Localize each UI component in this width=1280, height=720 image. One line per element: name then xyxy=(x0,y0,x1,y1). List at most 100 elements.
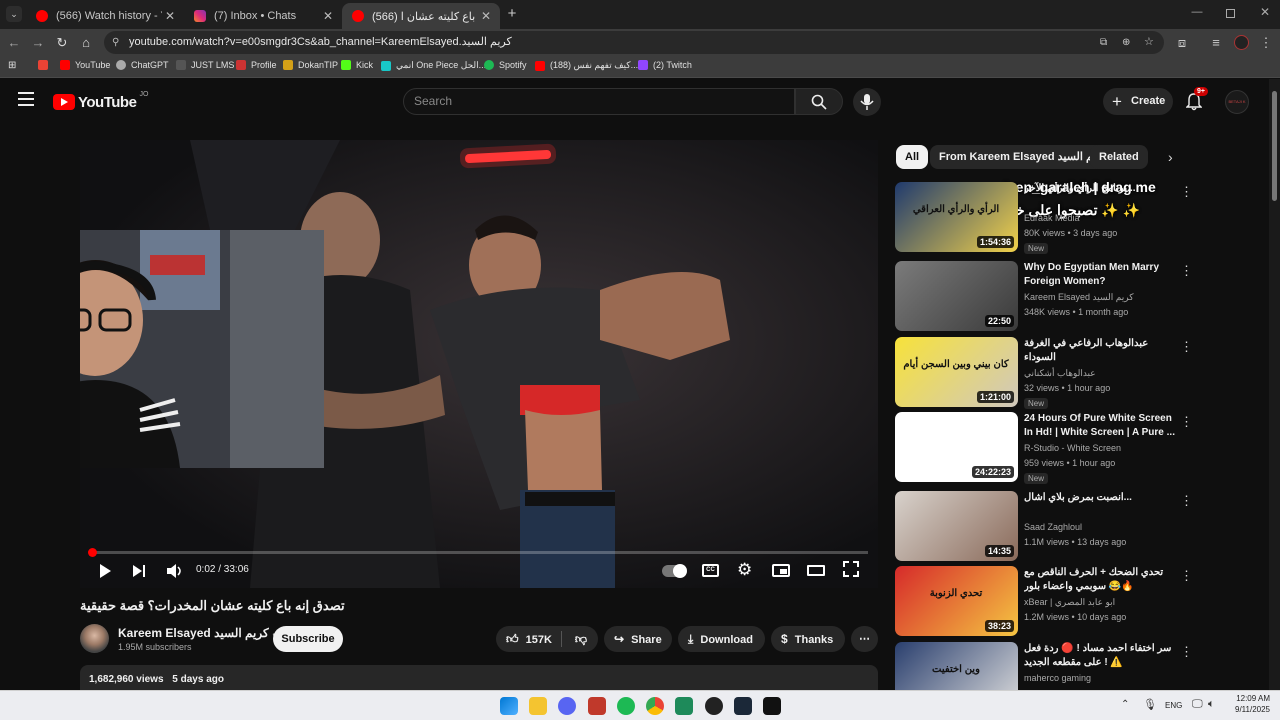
recommendation-channel[interactable]: عبدالوهاب أشكناني xyxy=(1024,368,1096,379)
video-thumbnail[interactable]: 14:35 xyxy=(895,491,1018,561)
subscribe-button[interactable]: Subscribe xyxy=(273,626,343,652)
recommendation-channel[interactable]: Saad Zaghloul xyxy=(1024,522,1082,532)
like-button[interactable]: 👍︎ 157K xyxy=(496,626,560,652)
dislike-button[interactable]: 👎︎ xyxy=(566,626,596,652)
more-vertical-icon[interactable]: ⋮ xyxy=(1180,644,1193,660)
more-vertical-icon[interactable]: ⋮ xyxy=(1180,568,1193,584)
recommendation-title[interactable]: تحدي الضحك + الحرف الناقص مع سوبمي واعضا… xyxy=(1024,566,1176,594)
notifications-button[interactable]: 9+ xyxy=(1184,87,1208,111)
back-icon[interactable]: ← xyxy=(4,33,24,53)
tab-instagram-inbox[interactable]: (7) Inbox • Chats ✕ xyxy=(184,3,342,29)
channel-name[interactable]: Kareem Elsayed كريم السيد ✔ xyxy=(118,626,280,640)
discord-icon[interactable] xyxy=(558,697,576,715)
youtube-logo[interactable]: YouTube JO xyxy=(53,91,148,112)
steam-icon[interactable] xyxy=(734,697,752,715)
recommendation-item[interactable]: تحدي الزنوبة 38:23 تحدي الضحك + الحرف النا… xyxy=(895,566,1195,636)
browser-menu-icon[interactable]: ⋮ xyxy=(1256,33,1276,53)
share-button[interactable]: ↪ Share xyxy=(604,626,672,652)
forward-icon[interactable]: → xyxy=(28,33,48,53)
network-icon[interactable]: 🖵︎ xyxy=(1192,698,1203,711)
more-vertical-icon[interactable]: ⋮ xyxy=(1180,493,1193,509)
cast-icon[interactable]: ⧉ xyxy=(1100,31,1107,54)
bookmark-profile[interactable]: Profile xyxy=(236,60,277,70)
scrollbar-thumb[interactable] xyxy=(1272,91,1277,201)
terminal-icon[interactable] xyxy=(763,697,781,715)
chip-from-channel[interactable]: From Kareem Elsayed كريم السيد xyxy=(930,145,1117,169)
create-button[interactable]: + Create xyxy=(1103,88,1173,115)
recommendation-item[interactable]: 14:35 انصبت بمرض بلاي اشال... Saad Zaghlou… xyxy=(895,491,1195,561)
bookmark-kick[interactable]: Kick xyxy=(341,60,373,70)
account-avatar[interactable]: BETAJI K xyxy=(1225,90,1249,114)
more-vertical-icon[interactable]: ⋮ xyxy=(1180,263,1193,279)
more-vertical-icon[interactable]: ⋮ xyxy=(1180,184,1193,200)
extensions-icon[interactable]: ⧈ xyxy=(1172,33,1192,53)
recommendation-title[interactable]: سر اختفاء احمد مساد ! 🔴 ردة فعل على مقطع… xyxy=(1024,642,1176,670)
close-icon[interactable]: ✕ xyxy=(320,9,336,23)
github-icon[interactable] xyxy=(705,697,723,715)
zoom-icon[interactable]: ⊕ xyxy=(1122,31,1130,54)
microphone-tray-icon[interactable]: 🎙︎ xyxy=(1143,698,1157,711)
profile-avatar[interactable] xyxy=(1234,35,1249,50)
restore-icon[interactable] xyxy=(1226,9,1235,18)
recommendation-item[interactable]: 24:22:23 24 Hours Of Pure White Screen In… xyxy=(895,412,1195,484)
bookmark-dokantip[interactable]: DokanTIP xyxy=(283,60,338,70)
chip-all[interactable]: All xyxy=(896,145,929,169)
recommendation-title[interactable]: 24 Hours Of Pure White Screen In Hd! | W… xyxy=(1024,412,1176,440)
recommendation-title[interactable]: عبدالوهاب الرفاعي في الغرفة السوداء xyxy=(1024,337,1176,365)
recommendation-item[interactable]: 22:50 Why Do Egyptian Men Marry Foreign W… xyxy=(895,261,1195,331)
recommendation-item[interactable]: كان بيني وبين السجن أيام 1:21:00 عبدالوهاب… xyxy=(895,337,1195,409)
home-icon[interactable]: ⌂ xyxy=(76,33,96,53)
recommendation-channel[interactable]: R-Studio - White Screen xyxy=(1024,443,1121,453)
video-player[interactable]: leen_garaleh | drag me 0:02 / 33:06 CC ⚙ xyxy=(80,140,878,588)
more-actions-button[interactable]: ⋯ xyxy=(851,626,878,652)
voice-search-button[interactable] xyxy=(853,88,881,116)
more-vertical-icon[interactable]: ⋮ xyxy=(1180,414,1193,430)
search-button[interactable] xyxy=(795,88,843,115)
recommendation-channel[interactable]: Kareem Elsayed كريم السيد xyxy=(1024,292,1134,303)
chevron-right-icon[interactable]: › xyxy=(1168,149,1173,165)
spotify-taskbar-icon[interactable] xyxy=(617,697,635,715)
speaker-icon[interactable]: 🔈︎ xyxy=(1208,698,1215,711)
reading-list-icon[interactable]: ≡ xyxy=(1206,33,1226,53)
recommendation-channel[interactable]: Edraak Media xyxy=(1024,213,1080,223)
volume-button[interactable] xyxy=(166,563,184,584)
video-thumbnail[interactable]: الرأي والرأي العراقي 1:54:36 xyxy=(895,182,1018,252)
app-icon[interactable] xyxy=(588,697,606,715)
miniplayer-icon[interactable] xyxy=(772,564,790,577)
video-thumbnail[interactable]: كان بيني وبين السجن أيام 1:21:00 xyxy=(895,337,1018,407)
chrome-icon[interactable] xyxy=(646,697,664,715)
recommendation-title[interactable]: Why Do Egyptian Men Marry Foreign Women? xyxy=(1024,261,1176,289)
recommendation-channel[interactable]: xBear | ابو عابد المصري xyxy=(1024,597,1115,608)
search-input[interactable]: Search xyxy=(403,88,795,115)
bookmark-chatgpt[interactable]: ChatGPT xyxy=(116,60,169,70)
progress-scrubber[interactable] xyxy=(88,548,97,557)
download-button[interactable]: ⤓ Download xyxy=(678,626,765,652)
recommendation-channel[interactable]: maherco gaming xyxy=(1024,673,1091,683)
site-info-icon[interactable]: ⚲ xyxy=(112,31,119,54)
next-button[interactable] xyxy=(132,564,146,583)
apps-icon[interactable]: ⊞ xyxy=(8,60,16,71)
fullscreen-icon[interactable] xyxy=(843,561,859,582)
clock[interactable]: 12:09 AM 9/11/2025 xyxy=(1226,693,1270,715)
language-indicator[interactable]: ENG xyxy=(1165,701,1182,710)
start-button[interactable] xyxy=(500,697,518,715)
bookmark-just-lms[interactable]: JUST LMS xyxy=(176,60,234,70)
video-thumbnail[interactable]: تحدي الزنوبة 38:23 xyxy=(895,566,1018,636)
tab-watch-history[interactable]: (566) Watch history - YouTube ✕ xyxy=(26,3,184,29)
recommendation-item[interactable]: الرأي والرأي العراقي 1:54:36 برنامج الرأي … xyxy=(895,182,1195,254)
chip-related[interactable]: Related xyxy=(1090,145,1148,169)
video-thumbnail[interactable]: 24:22:23 xyxy=(895,412,1018,482)
address-bar[interactable]: ⚲ youtube.com/watch?v=e00smgdr3Cs&ab_cha… xyxy=(104,31,1164,54)
close-icon[interactable]: ✕ xyxy=(478,9,494,23)
description-box[interactable]: 1,682,960 views 5 days ago xyxy=(80,665,878,690)
close-icon[interactable]: ✕ xyxy=(162,9,178,23)
page-scrollbar[interactable] xyxy=(1269,79,1280,690)
thanks-button[interactable]: $ Thanks xyxy=(771,626,845,652)
theater-mode-icon[interactable] xyxy=(807,565,825,576)
bookmark-youtube-video[interactable]: (188) كيف تفهم نفس... xyxy=(535,60,638,71)
progress-bar[interactable] xyxy=(88,548,868,557)
settings-icon[interactable]: ⚙ xyxy=(737,560,752,580)
hamburger-menu-icon[interactable] xyxy=(18,92,34,106)
file-explorer-icon[interactable] xyxy=(529,697,547,715)
close-window-icon[interactable]: ✕ xyxy=(1258,5,1272,19)
